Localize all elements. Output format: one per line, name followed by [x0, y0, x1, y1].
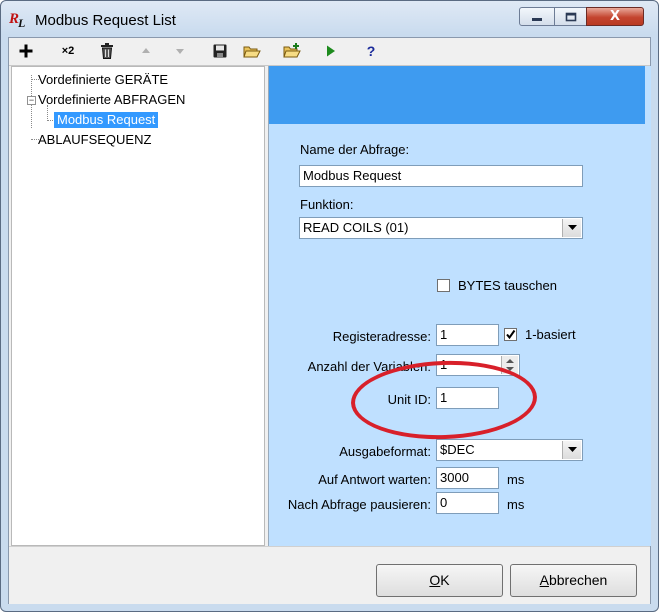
move-down-icon	[176, 49, 184, 54]
swap-bytes-checkbox[interactable]	[437, 279, 450, 292]
one-based-checkbox[interactable]	[504, 328, 517, 341]
window-title: Modbus Request List	[35, 12, 176, 29]
cancel-button-accelerator: A	[539, 572, 549, 588]
open-button[interactable]	[241, 40, 263, 62]
tree-view[interactable]: − Vordefinierte GERÄTE Vordefinierte ABF…	[11, 66, 265, 546]
tree-item-vordefinierte-abfragen[interactable]: Vordefinierte ABFRAGEN	[38, 92, 185, 108]
ok-button[interactable]: OK	[376, 564, 503, 597]
help-button[interactable]: ?	[360, 40, 382, 62]
name-label: Name der Abfrage:	[300, 142, 410, 157]
delete-icon	[101, 43, 113, 59]
register-address-input[interactable]: 1	[436, 324, 499, 346]
output-format-select[interactable]: $DEC	[436, 439, 583, 461]
cancel-button-label: bbrechen	[548, 572, 608, 588]
dialog-window: RL Modbus Request List X ×2 ? − Vordefin…	[0, 0, 659, 612]
tree-item-vordefinierte-geraete[interactable]: Vordefinierte GERÄTE	[38, 72, 168, 88]
register-address-label: Registeradresse:	[332, 329, 431, 344]
chevron-down-icon[interactable]	[562, 219, 581, 237]
move-up-icon	[142, 48, 150, 53]
run-button[interactable]	[320, 40, 342, 62]
move-up-button[interactable]	[135, 40, 157, 62]
delete-button[interactable]	[96, 40, 118, 62]
tree-item-ablaufsequenz[interactable]: ABLAUFSEQUENZ	[38, 132, 151, 148]
ok-button-accelerator: O	[429, 572, 441, 588]
request-properties-panel: Name der Abfrage: Modbus Request Funktio…	[268, 66, 651, 546]
add-button[interactable]	[15, 40, 37, 62]
panel-header	[269, 66, 645, 124]
dialog-button-bar: OK Abbrechen	[9, 546, 650, 604]
duplicate-button[interactable]: ×2	[57, 40, 79, 62]
app-logo-icon: RL	[9, 11, 25, 30]
close-icon: X	[609, 9, 621, 24]
add-icon	[19, 44, 33, 58]
new-folder-button[interactable]	[281, 40, 303, 62]
pause-after-request-unit: ms	[507, 497, 525, 512]
wait-response-label: Auf Antwort warten:	[318, 472, 431, 487]
save-button[interactable]	[209, 40, 231, 62]
help-icon: ?	[366, 43, 376, 59]
wait-response-input[interactable]: 3000	[436, 467, 499, 489]
function-label: Funktion:	[300, 197, 354, 212]
maximize-button[interactable]	[554, 7, 587, 26]
open-folder-icon	[243, 46, 261, 57]
pause-after-request-label: Nach Abfrage pausieren:	[287, 497, 431, 512]
ok-button-label: K	[440, 572, 450, 588]
chevron-down-icon[interactable]	[562, 441, 581, 459]
minimize-button[interactable]	[519, 7, 555, 26]
function-select[interactable]: READ COILS (01)	[299, 217, 583, 239]
cancel-button[interactable]: Abbrechen	[510, 564, 637, 597]
toolbar: ×2 ?	[9, 38, 650, 66]
run-icon	[327, 45, 335, 57]
new-folder-icon	[283, 43, 301, 58]
tree-expander-icon[interactable]: −	[27, 96, 36, 105]
wait-response-unit: ms	[507, 472, 525, 487]
one-based-label: 1-basiert	[525, 327, 576, 342]
swap-bytes-label: BYTES tauschen	[458, 278, 557, 293]
dialog-client-area: ×2 ? − Vordefinierte GERÄTE Vordefiniert…	[8, 37, 651, 604]
maximize-icon	[565, 12, 576, 21]
move-down-button[interactable]	[169, 40, 191, 62]
minimize-icon	[532, 17, 542, 21]
pause-after-request-input[interactable]: 0	[436, 492, 499, 514]
close-button[interactable]: X	[586, 7, 644, 26]
save-icon	[213, 44, 227, 58]
duplicate-x2-icon: ×2	[61, 45, 75, 57]
tree-item-modbus-request[interactable]: Modbus Request	[54, 112, 159, 128]
title-bar[interactable]: RL Modbus Request List X	[1, 1, 658, 37]
function-select-value: READ COILS (01)	[303, 220, 409, 235]
output-format-label: Ausgabeformat:	[339, 444, 431, 459]
output-format-value: $DEC	[440, 442, 475, 457]
name-input[interactable]: Modbus Request	[299, 165, 583, 187]
checkmark-icon	[506, 329, 516, 340]
